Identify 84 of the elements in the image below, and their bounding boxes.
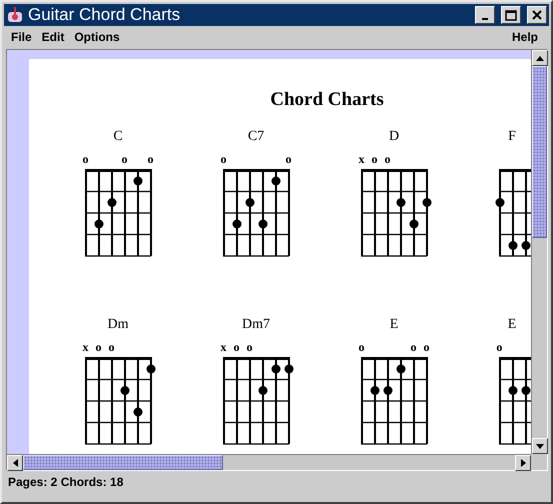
chord-name: F [507,129,517,145]
string-marker: x [82,341,88,353]
close-button[interactable] [527,6,547,24]
fret-line [361,190,427,192]
fret-line [499,212,531,214]
string-marker: o [410,341,416,353]
fret-line [499,400,531,402]
fret-line [223,255,289,257]
scroll-thumb[interactable] [532,66,547,238]
fret-line [499,378,531,380]
fret-line [85,422,151,424]
chord-name: D [388,129,400,145]
scroll-left-button[interactable] [7,455,23,471]
string-marker: o [122,153,128,165]
menu-item[interactable]: File [8,30,39,44]
horizontal-scrollbar[interactable] [7,454,531,470]
left-arrow-icon [12,459,18,467]
scrollbar-corner [531,454,547,470]
fret-line [85,234,151,236]
string-marker: o [234,341,240,353]
fret-line [223,400,289,402]
fret-line [223,443,289,445]
chord-name: Dm [106,317,130,333]
status-text: Pages: 2 Chords: 18 [8,475,124,489]
chord-name: C [112,129,124,145]
scroll-up-button[interactable] [532,50,548,66]
fret-line [223,378,289,380]
string-marker: o [220,153,226,165]
string-marker: o [108,341,114,353]
fret-line [499,255,531,257]
string-marker: o [96,341,102,353]
window-title: Guitar Chord Charts [28,5,182,25]
string-marker: o [424,341,430,353]
minimize-icon [482,18,488,20]
menu-item[interactable]: Edit [38,30,72,44]
scroll-down-button[interactable] [532,438,548,454]
fret-line [85,255,151,257]
minimize-button[interactable] [475,6,495,24]
chord-name: E [506,317,518,333]
string-marker: o [496,341,502,353]
fret-line [361,443,427,445]
string-marker: o [148,153,154,165]
fret-line [499,190,531,192]
fret-line [361,378,427,380]
string-marker: o [82,153,88,165]
close-icon [532,10,542,20]
down-arrow-icon [536,444,544,448]
chord-name: E [388,317,400,333]
menu-item[interactable]: Help [508,30,545,44]
fret-line [223,422,289,424]
chord-name: C7 [246,129,266,145]
fret-line [499,422,531,424]
fret-line [85,212,151,214]
scroll-right-button[interactable] [515,455,531,471]
fret-line [499,443,531,445]
scroll-thumb[interactable] [23,455,223,470]
fret-line [361,255,427,257]
fret-line [223,212,289,214]
fret-line [361,422,427,424]
string-marker: x [220,341,226,353]
vertical-scrollbar[interactable] [531,50,547,454]
fret-line [361,234,427,236]
string-marker: o [358,341,364,353]
fret-line [361,212,427,214]
right-arrow-icon [520,459,526,467]
fret-line [499,234,531,236]
maximize-icon [505,10,517,20]
string-marker: o [246,341,252,353]
chord-name: Dm7 [241,317,271,333]
up-arrow-icon [536,56,544,60]
page-title: Chord Charts [270,89,384,111]
fret-line [85,443,151,445]
fret-line [85,378,151,380]
maximize-button[interactable] [501,6,521,24]
fret-line [223,234,289,236]
menu-item[interactable]: Options [71,30,127,44]
fret-line [85,190,151,192]
string-marker: x [358,153,364,165]
string-marker: o [286,153,292,165]
fret-line [85,400,151,402]
string-marker: o [384,153,390,165]
fret-line [223,190,289,192]
string-marker: o [372,153,378,165]
fret-line [361,400,427,402]
